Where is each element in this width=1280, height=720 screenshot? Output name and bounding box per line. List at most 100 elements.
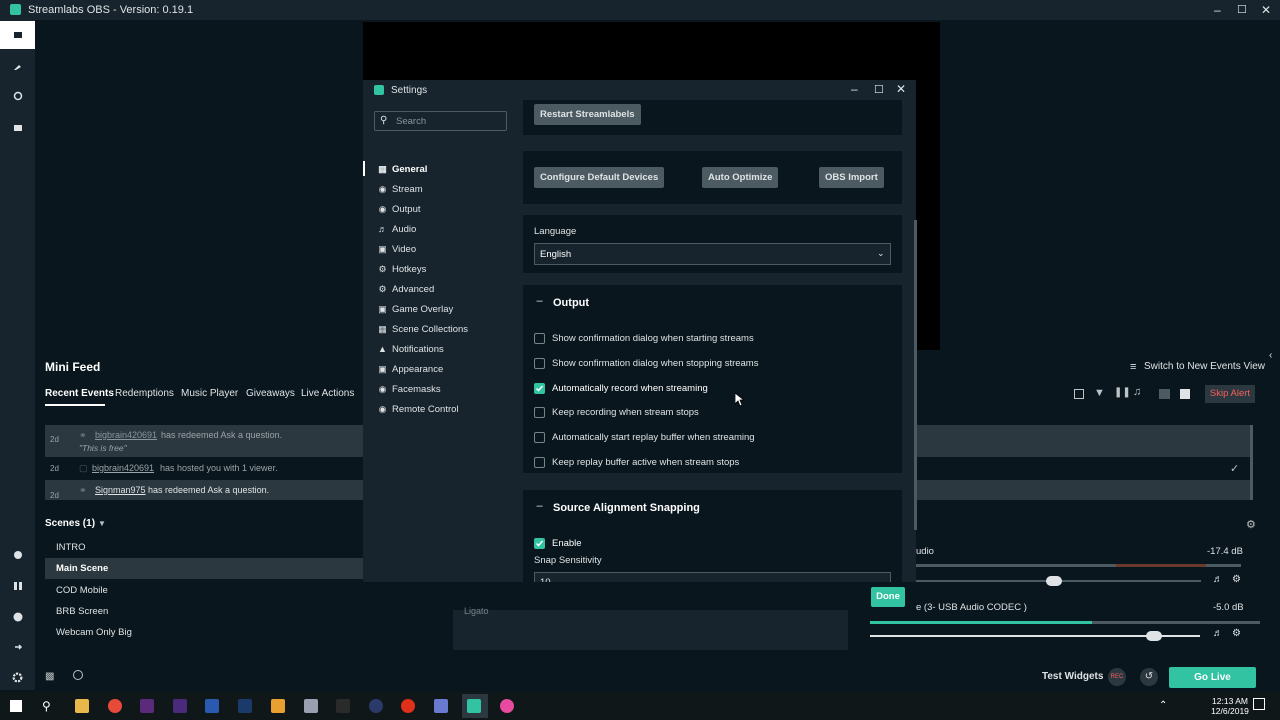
- volume-slider-handle[interactable]: [1046, 576, 1062, 586]
- tab-music-player[interactable]: Music Player: [181, 388, 238, 399]
- record-settings-icon[interactable]: [0, 541, 35, 569]
- sidebar-item-hotkeys[interactable]: ⚙ Hotkeys: [378, 261, 513, 277]
- filter-icon[interactable]: ▼: [1094, 387, 1105, 399]
- switch-events-view-link[interactable]: Switch to New Events View: [1144, 361, 1265, 372]
- gear-icon[interactable]: ⚙: [1232, 628, 1241, 639]
- clock[interactable]: 12:13 AM 12/6/2019: [1210, 696, 1250, 716]
- list-view-icon[interactable]: [1180, 389, 1190, 399]
- editor-icon[interactable]: [0, 21, 35, 49]
- sidebar-item-notifications[interactable]: ▲ Notifications: [378, 341, 513, 357]
- sidebar-item-video[interactable]: ▣ Video: [378, 241, 513, 257]
- scene-item[interactable]: Main Scene: [45, 558, 363, 579]
- checkbox-enable-snapping[interactable]: [534, 538, 545, 549]
- streamlabs-icon[interactable]: [467, 699, 481, 713]
- done-button[interactable]: Done: [871, 587, 905, 607]
- stats-icon[interactable]: ▩: [45, 671, 54, 682]
- photoshop-icon[interactable]: [238, 699, 252, 713]
- snap-sensitivity-input[interactable]: 10: [534, 572, 891, 582]
- obs-import-button[interactable]: OBS Import: [819, 167, 884, 188]
- volume-slider-handle[interactable]: [1146, 631, 1162, 641]
- chrome-icon[interactable]: [108, 699, 122, 713]
- dashboard-icon[interactable]: [0, 82, 35, 110]
- replay-buffer-icon[interactable]: ↺: [1140, 668, 1158, 686]
- event-row[interactable]: 2d ⚭ Signman975 has redeemed Ask a quest…: [45, 480, 363, 500]
- sidebar-item-appearance[interactable]: ▣ Appearance: [378, 361, 513, 377]
- sidebar-item-stream[interactable]: ◉ Stream: [378, 181, 513, 197]
- scene-item[interactable]: BRB Screen: [45, 601, 363, 622]
- tab-recent-events[interactable]: Recent Events: [45, 388, 114, 399]
- record-button[interactable]: REC: [1108, 668, 1126, 686]
- discord-icon[interactable]: [434, 699, 448, 713]
- store-icon[interactable]: [0, 113, 35, 141]
- configure-default-devices-button[interactable]: Configure Default Devices: [534, 167, 665, 188]
- premiere-icon[interactable]: [140, 699, 154, 713]
- theme-icon[interactable]: [0, 52, 35, 80]
- close-icon[interactable]: ✕: [896, 82, 906, 96]
- checkbox-keep-replay[interactable]: [534, 457, 545, 468]
- settings-search-input[interactable]: ⚲ Search: [374, 111, 507, 131]
- sidebar-item-remote-control[interactable]: ◉ Remote Control: [378, 401, 513, 417]
- event-user-link[interactable]: bigbrain420691: [92, 463, 154, 473]
- event-row[interactable]: 2d ⚭ bigbrain420691 has redeemed Ask a q…: [45, 425, 363, 457]
- pause-icon[interactable]: ❚❚: [1114, 387, 1131, 398]
- after-effects-icon[interactable]: [173, 699, 187, 713]
- compact-view-icon[interactable]: [1159, 389, 1170, 399]
- app-icon[interactable]: [336, 699, 350, 713]
- event-user-link[interactable]: Signman975: [95, 485, 146, 495]
- settings-scrollbar[interactable]: [914, 220, 917, 530]
- sidebar-item-audio[interactable]: ♬ Audio: [378, 221, 513, 237]
- minimize-icon[interactable]: –: [851, 82, 858, 96]
- tab-redemptions[interactable]: Redemptions: [115, 388, 174, 399]
- scene-item[interactable]: Webcam Only Big: [45, 622, 363, 643]
- tray-arrow-icon[interactable]: ⌃: [1159, 700, 1167, 711]
- checkbox-confirm-stop[interactable]: [534, 358, 545, 369]
- copy-icon[interactable]: [1074, 389, 1084, 399]
- test-widgets-button[interactable]: Test Widgets: [1042, 671, 1103, 682]
- speaker-icon[interactable]: ♬: [1213, 574, 1223, 585]
- gear-icon[interactable]: ⚙: [1232, 574, 1241, 585]
- volume-slider[interactable]: [870, 631, 1200, 641]
- close-icon[interactable]: ✕: [1261, 3, 1271, 17]
- obs-record-icon[interactable]: [401, 699, 415, 713]
- sidebar-item-game-overlay[interactable]: ▣ Game Overlay: [378, 301, 513, 317]
- studio-mode-icon[interactable]: [0, 572, 35, 600]
- maximize-icon[interactable]: ☐: [1237, 3, 1247, 16]
- sidebar-item-scene-collections[interactable]: ▦ Scene Collections: [378, 321, 513, 337]
- collapse-arrow-icon[interactable]: ‹: [1269, 350, 1272, 361]
- checkbox-auto-replay[interactable]: [534, 432, 545, 443]
- logout-icon[interactable]: [0, 633, 35, 661]
- scene-item[interactable]: COD Mobile: [45, 580, 363, 601]
- scene-item[interactable]: INTRO: [45, 537, 363, 558]
- windows-start-icon[interactable]: [10, 700, 22, 712]
- auto-optimize-button[interactable]: Auto Optimize: [702, 167, 779, 188]
- volume-icon[interactable]: ♫: [1133, 386, 1141, 398]
- go-live-button[interactable]: Go Live: [1169, 667, 1256, 688]
- app-icon[interactable]: [271, 699, 285, 713]
- itunes-icon[interactable]: [500, 699, 514, 713]
- minimize-icon[interactable]: –: [1214, 3, 1221, 17]
- search-icon[interactable]: ⚲: [42, 699, 51, 713]
- tab-giveaways[interactable]: Giveaways: [246, 388, 295, 399]
- tab-live-actions[interactable]: Live Actions: [301, 388, 354, 399]
- checkbox-keep-recording[interactable]: [534, 407, 545, 418]
- help-icon[interactable]: [0, 603, 35, 631]
- scenes-dropdown-icon[interactable]: ▼: [98, 519, 106, 528]
- maximize-icon[interactable]: ☐: [874, 83, 884, 96]
- info-icon[interactable]: [73, 670, 83, 680]
- sidebar-item-advanced[interactable]: ⚙ Advanced: [378, 281, 513, 297]
- collapse-icon[interactable]: –: [534, 501, 545, 513]
- sidebar-item-facemasks[interactable]: ◉ Facemasks: [378, 381, 513, 397]
- checkbox-auto-record[interactable]: [534, 383, 545, 394]
- language-select[interactable]: English ⌄: [534, 243, 891, 265]
- notifications-icon[interactable]: [1253, 698, 1265, 710]
- settings-gear-icon[interactable]: [0, 663, 35, 691]
- collapse-icon[interactable]: –: [534, 296, 545, 308]
- speaker-icon[interactable]: ♬: [1213, 628, 1223, 639]
- app-icon[interactable]: [304, 699, 318, 713]
- skip-alert-button[interactable]: Skip Alert: [1205, 385, 1255, 403]
- restart-streamlabels-button[interactable]: Restart Streamlabels: [534, 104, 641, 125]
- sidebar-item-general[interactable]: ▦ General: [378, 161, 513, 177]
- event-user-link[interactable]: bigbrain420691: [95, 430, 157, 440]
- source-item[interactable]: Ligato: [464, 606, 489, 616]
- check-icon[interactable]: ✓: [1230, 462, 1239, 475]
